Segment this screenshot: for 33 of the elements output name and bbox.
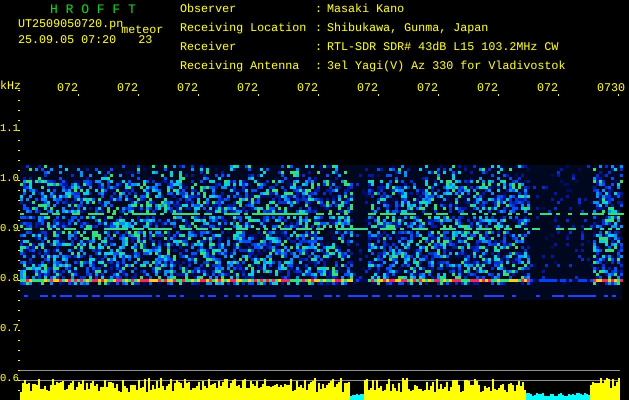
separator: : [315, 4, 324, 18]
axis-unit: kHz [0, 80, 22, 92]
separator: : [315, 42, 324, 56]
frequency-label: 0.7 [0, 322, 19, 336]
frequency-label: 0.9 [0, 222, 19, 236]
time-label: 072 [477, 82, 498, 94]
info-label: Observer [180, 4, 238, 18]
timestamp: 25.09.05 07:20 [18, 34, 116, 49]
time-label: 072 [237, 82, 258, 94]
info-value: 3el Yagi(V) Az 330 for Vladivostok [327, 61, 566, 75]
frequency-label: 0.8 [0, 272, 19, 286]
count-label: 23 [138, 34, 152, 49]
info-label: Receiving Location [180, 23, 308, 37]
mode-label: meteor [121, 23, 164, 34]
info-label: Receiver [180, 42, 238, 56]
app-title: H R O F F T [49, 2, 137, 18]
frequency-label: 1.0 [0, 172, 19, 186]
time-label: 072 [177, 82, 198, 94]
time-label: 072 [417, 82, 438, 94]
time-label: 0730 [597, 82, 626, 94]
separator: : [315, 61, 324, 75]
frequency-label: 1.1 [0, 122, 19, 136]
info-value: RTL-SDR SDR# 43dB L15 103.2MHz CW [327, 42, 560, 56]
info-label: Receiving Antenna [180, 61, 300, 75]
time-label: 072 [57, 82, 78, 94]
info-value: Masaki Kano [327, 4, 406, 18]
time-label: 072 [117, 82, 138, 94]
separator: : [315, 23, 324, 37]
info-value: Shibukawa, Gunma, Japan [327, 23, 490, 37]
time-label: 072 [297, 82, 318, 94]
frequency-label: 0.6 [0, 372, 19, 386]
time-label: 072 [357, 82, 378, 94]
time-label: 072 [537, 82, 558, 94]
